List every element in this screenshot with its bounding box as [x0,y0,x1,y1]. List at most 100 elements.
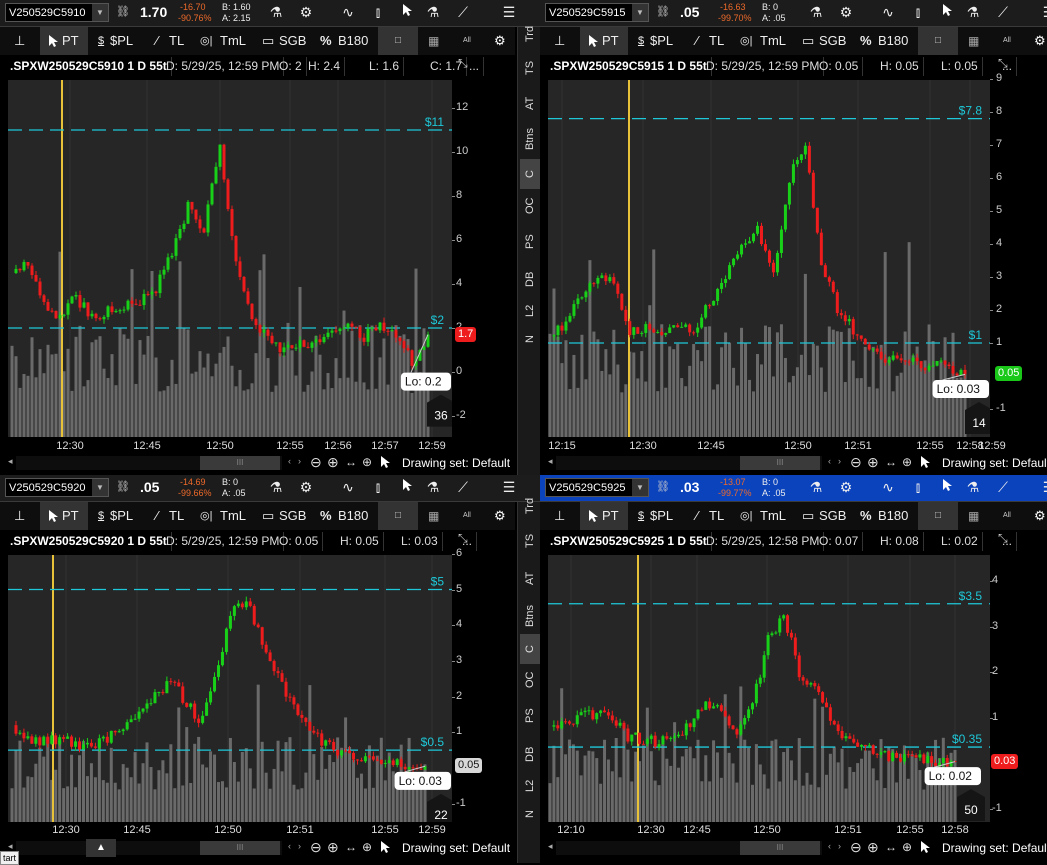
scroll-left-arrow[interactable]: ◂ [548,456,553,467]
zoom-out-icon[interactable]: ⊖ [850,839,862,856]
all-layout-button[interactable]: All [463,502,471,530]
side-tab-n[interactable]: N [520,799,540,829]
tool-b180[interactable]: % B180 [860,27,918,55]
flask-icon[interactable]: ⚗ [962,479,984,496]
drawing-tools-icon[interactable]: ⟋ [452,4,474,21]
single-layout-button[interactable]: □ [378,27,418,55]
tool-timeline[interactable]: ◎| TmL [740,27,796,55]
tool-b180[interactable]: % B180 [320,502,378,530]
fit-width-icon[interactable]: ↔ [345,840,357,854]
scroll-back-icon[interactable]: ‹ [828,456,831,466]
chart-style-icon[interactable]: ⫾ [907,4,929,21]
cursor-icon[interactable] [936,4,958,20]
horizontal-scrollbar[interactable]: III [556,841,822,855]
all-layout-button[interactable]: All [1003,502,1011,530]
scroll-left-arrow[interactable]: ◂ [548,841,553,852]
zoom-in-icon[interactable]: ⊕ [327,454,339,471]
side-tab-ps[interactable]: PS [520,701,540,731]
symbol-selector[interactable]: V250529C5925 ▼ [545,478,649,497]
price-chart[interactable]: $3.5 $0.35 Lo: 0.02 50 [548,555,990,822]
cursor-icon[interactable] [920,456,930,474]
studies-pulse-icon[interactable]: ∿ [877,4,899,21]
grid-layout-icon[interactable]: ▦ [968,27,979,55]
side-tab-ps[interactable]: PS [520,227,540,257]
menu-list-icon[interactable]: ☰ [498,479,520,496]
price-chart[interactable]: $7.8 $1 Lo: 0.03 14 [548,80,990,437]
side-tab-trd[interactable]: Trd [520,491,540,521]
drawing-set-selector[interactable]: Drawing set: Default [402,841,510,855]
grid-layout-icon[interactable]: ▦ [428,502,439,530]
tool-pointer[interactable]: PT [580,502,628,530]
expand-panel-button[interactable]: ▲ [86,839,116,857]
link-icon[interactable]: ⛓ [656,480,670,493]
gear-icon[interactable]: ⚙ [295,479,317,496]
cursor-icon[interactable] [380,841,390,859]
horizontal-scrollbar[interactable]: III [16,841,282,855]
scroll-forward-icon[interactable]: › [298,841,301,851]
gear-icon[interactable]: ⚙ [835,479,857,496]
gear-icon[interactable]: ⚙ [1034,502,1046,530]
side-tab-db[interactable]: DB [520,739,540,769]
side-tab-oc[interactable]: OC [520,665,540,695]
zoom-out-icon[interactable]: ⊖ [310,454,322,471]
fit-width-icon[interactable]: ↔ [345,455,357,469]
fit-width-icon[interactable]: ↔ [885,840,897,854]
cursor-icon[interactable] [936,479,958,495]
menu-list-icon[interactable]: ☰ [1038,479,1047,496]
tool-timeline[interactable]: ◎| TmL [740,502,796,530]
zoom-in-icon[interactable]: ⊕ [867,839,879,856]
gear-icon[interactable]: ⚙ [1034,27,1046,55]
horizontal-scrollbar[interactable]: III [556,456,822,470]
side-tab-ts[interactable]: TS [520,526,540,556]
drawing-tools-icon[interactable]: ⟋ [452,479,474,496]
tool-trendline[interactable]: ∕ TL [156,27,192,55]
flask-icon[interactable]: ⚗ [805,479,827,496]
side-tab-trd[interactable]: Trd [520,19,540,49]
scroll-forward-icon[interactable]: › [838,456,841,466]
tool-b180[interactable]: % B180 [860,502,918,530]
pin-icon[interactable]: ⊥ [14,502,25,530]
symbol-selector[interactable]: V250529C5915 ▼ [545,3,649,22]
gear-icon[interactable]: ⚙ [295,4,317,21]
side-tab-c[interactable]: C [520,159,540,189]
scroll-back-icon[interactable]: ‹ [288,841,291,851]
fit-width-icon[interactable]: ↔ [885,455,897,469]
link-icon[interactable]: ⛓ [116,5,130,18]
horizontal-scrollbar[interactable]: III [16,456,282,470]
drawing-set-selector[interactable]: Drawing set: Default [402,456,510,470]
tool-trendline[interactable]: ∕ TL [696,502,732,530]
chevron-down-icon[interactable]: ▼ [92,479,108,496]
flask-icon[interactable]: ⚗ [422,4,444,21]
symbol-selector[interactable]: V250529C5910 ▼ [5,3,109,22]
side-tab-oc[interactable]: OC [520,191,540,221]
price-chart[interactable]: $11 $2 Lo: 0.2 36 [8,80,452,437]
chevron-down-icon[interactable]: ▼ [92,4,108,21]
drawing-tools-icon[interactable]: ⟋ [992,479,1014,496]
tool-sgb[interactable]: ▭ SGB [262,502,316,530]
crosshair-icon[interactable]: ⊕ [902,840,912,854]
scrollbar-thumb[interactable]: III [200,841,280,855]
side-tab-btns[interactable]: Btns [520,601,540,631]
gear-icon[interactable]: ⚙ [494,27,506,55]
cursor-icon[interactable] [396,479,418,495]
scrollbar-thumb[interactable]: III [740,456,820,470]
side-tab-db[interactable]: DB [520,264,540,294]
menu-list-icon[interactable]: ☰ [498,4,520,21]
studies-pulse-icon[interactable]: ∿ [877,479,899,496]
flask-icon[interactable]: ⚗ [962,4,984,21]
cursor-icon[interactable] [920,841,930,859]
link-icon[interactable]: ⛓ [656,5,670,18]
symbol-selector[interactable]: V250529C5920 ▼ [5,478,109,497]
chevron-down-icon[interactable]: ▼ [632,4,648,21]
flask-icon[interactable]: ⚗ [805,4,827,21]
scroll-back-icon[interactable]: ‹ [288,456,291,466]
scroll-left-arrow[interactable]: ◂ [8,456,13,467]
pin-icon[interactable]: ⊥ [554,27,565,55]
side-tab-l2[interactable]: L2 [520,771,540,801]
side-tab-l2[interactable]: L2 [520,296,540,326]
zoom-out-icon[interactable]: ⊖ [310,839,322,856]
drawing-set-selector[interactable]: Drawing set: Default [942,841,1047,855]
side-tab-at[interactable]: AT [520,563,540,593]
scrollbar-thumb[interactable]: III [200,456,280,470]
crosshair-icon[interactable]: ⊕ [362,455,372,469]
